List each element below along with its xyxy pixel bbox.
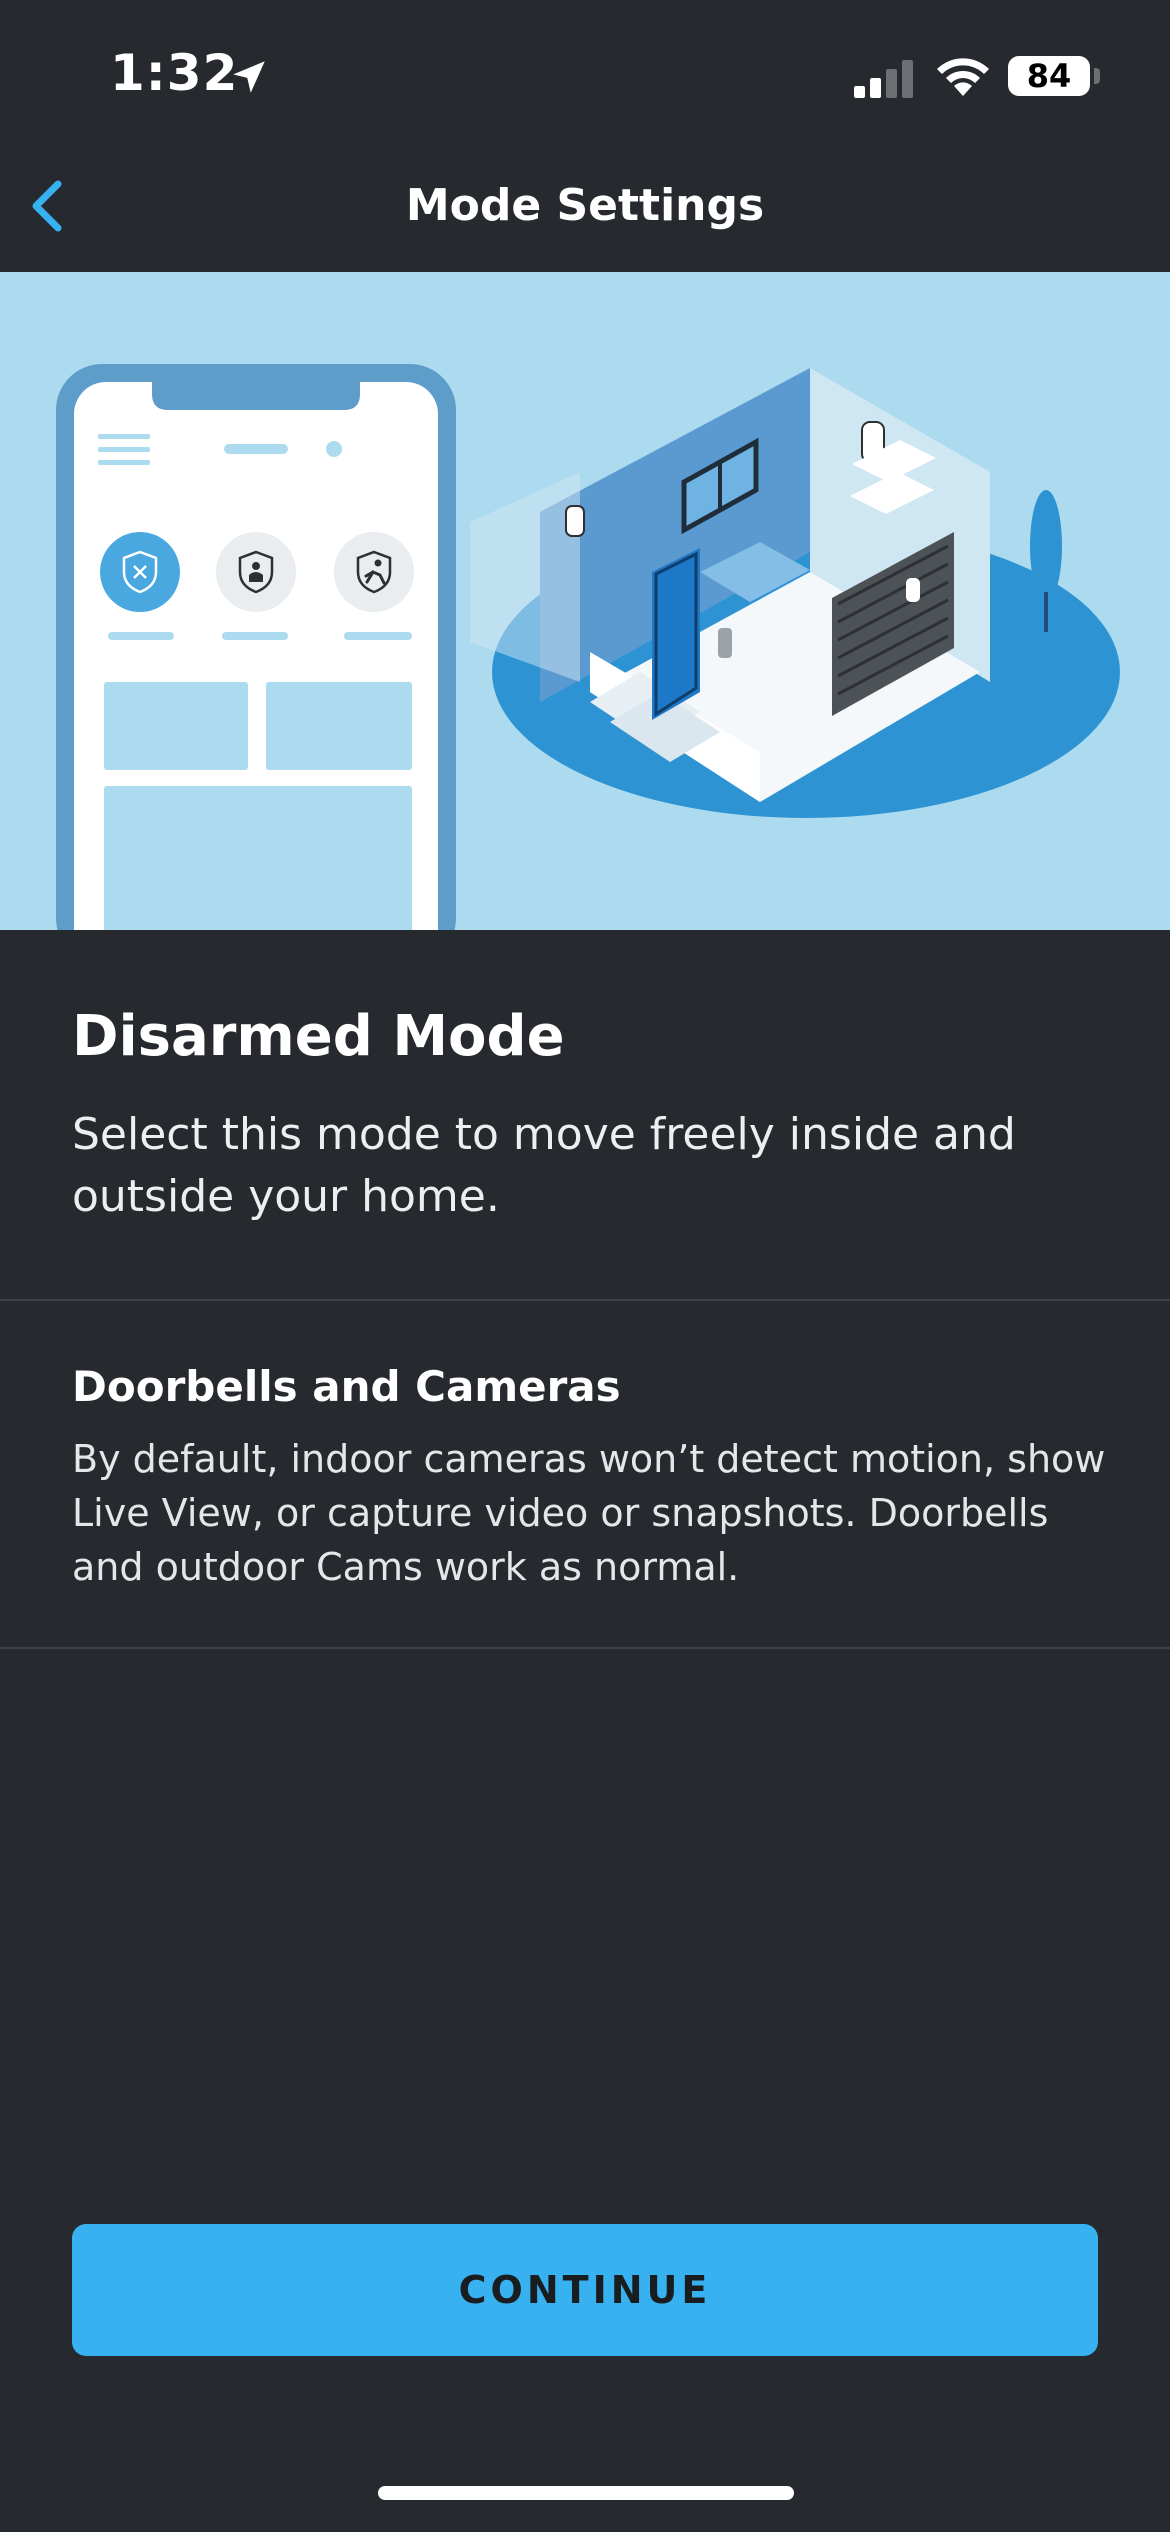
page-title: Mode Settings [405, 180, 765, 231]
section-description-doorbells-cameras: By default, indoor cameras won’t detect … [72, 1437, 1106, 1589]
hero-illustration [0, 272, 1170, 930]
mode-description: Select this mode to move freely inside a… [72, 1109, 1016, 1222]
cellular-signal-icon [854, 60, 913, 98]
location-arrow-icon [233, 61, 265, 93]
shield-disarmed-icon [100, 532, 180, 612]
battery-indicator: 84 [1008, 56, 1090, 96]
home-indicator [378, 2486, 794, 2500]
wifi-icon [937, 58, 989, 96]
status-time: 1:32 [110, 44, 239, 102]
continue-button[interactable]: CONTINUE [72, 2224, 1098, 2356]
hero-illustration-graphic [56, 364, 1120, 930]
status-bar: 1:32 84 [0, 0, 1170, 150]
battery-cap [1094, 68, 1100, 84]
divider [0, 1647, 1170, 1649]
home-person-icon [216, 532, 296, 612]
mode-title: Disarmed Mode [72, 1004, 565, 1069]
navigation-header: Mode Settings [0, 150, 1170, 272]
phone-illustration [56, 364, 456, 930]
away-running-icon [334, 532, 414, 612]
section-title-doorbells-cameras: Doorbells and Cameras [72, 1362, 621, 1411]
divider [0, 1299, 1170, 1301]
